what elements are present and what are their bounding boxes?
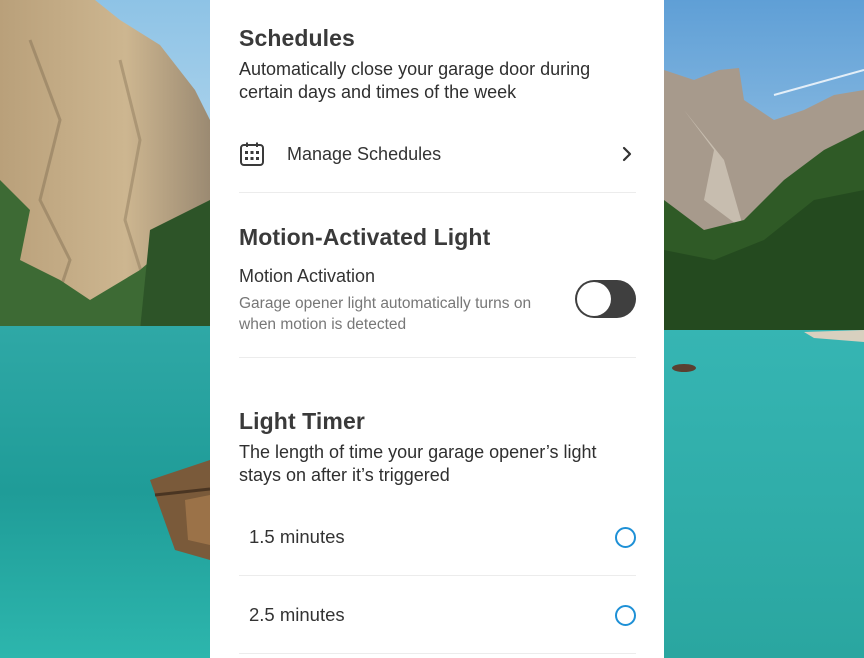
timer-option-label: 1.5 minutes — [249, 526, 345, 547]
radio-button[interactable] — [615, 526, 636, 548]
motion-light-title: Motion-Activated Light — [239, 224, 491, 250]
calendar-icon — [240, 142, 264, 166]
light-timer-title: Light Timer — [239, 408, 365, 434]
timer-option-label: 2.5 minutes — [249, 604, 345, 625]
motion-activation-label: Motion Activation — [239, 266, 376, 286]
background-photo-left — [0, 0, 210, 658]
timer-option-1-5-minutes[interactable]: 1.5 minutes — [239, 498, 636, 576]
timer-option-2-5-minutes[interactable]: 2.5 minutes — [239, 576, 636, 654]
manage-schedules-label: Manage Schedules — [287, 143, 442, 164]
schedules-title: Schedules — [239, 25, 355, 51]
chevron-right-icon — [622, 146, 632, 162]
radio-button[interactable] — [615, 604, 636, 626]
divider — [239, 192, 636, 193]
motion-activation-toggle[interactable] — [575, 280, 636, 318]
background-photo-right — [664, 0, 864, 658]
schedules-description: Automatically close your garage door dur… — [239, 59, 591, 102]
manage-schedules-button[interactable]: Manage Schedules — [239, 134, 636, 174]
divider — [239, 653, 636, 654]
divider — [239, 357, 636, 358]
toggle-knob — [577, 282, 611, 316]
light-timer-description: The length of time your garage opener’s … — [239, 442, 597, 485]
settings-panel: Schedules Automatically close your garag… — [210, 0, 664, 658]
motion-activation-description: Garage opener light automatically turns … — [239, 295, 532, 333]
